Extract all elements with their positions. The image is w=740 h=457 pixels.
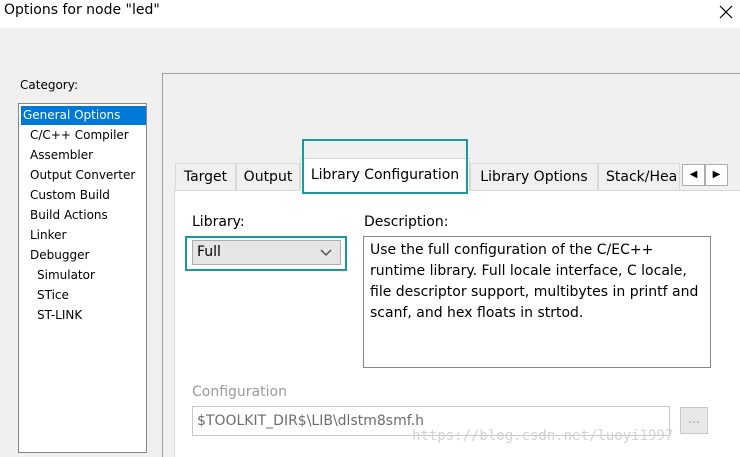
- category-item-simulator[interactable]: Simulator: [37, 266, 95, 285]
- library-highlight-box: [185, 236, 347, 271]
- category-item-stice[interactable]: STice: [37, 286, 69, 305]
- category-item-custom-build[interactable]: Custom Build: [30, 186, 110, 205]
- close-icon[interactable]: [716, 2, 736, 22]
- category-item-general-options[interactable]: General Options: [21, 106, 146, 125]
- tab-highlight-box: [302, 139, 468, 194]
- library-label: Library:: [192, 214, 245, 230]
- tab-library-options[interactable]: Library Options: [470, 163, 598, 190]
- title-bar: Options for node "led": [0, 0, 740, 28]
- tab-stack-heap[interactable]: Stack/Hea: [598, 163, 680, 190]
- watermark-text: https://blog.csdn.net/luoyi1997: [412, 428, 674, 444]
- configuration-browse-button[interactable]: ...: [680, 407, 708, 434]
- triangle-left-icon: ◀: [689, 169, 698, 180]
- tab-scroll-right-button[interactable]: ▶: [705, 164, 728, 186]
- category-item-assembler[interactable]: Assembler: [30, 146, 93, 165]
- tab-output[interactable]: Output: [236, 163, 300, 190]
- window-title: Options for node "led": [4, 2, 160, 18]
- description-label: Description:: [364, 214, 449, 230]
- category-item-linker[interactable]: Linker: [30, 226, 66, 245]
- category-label: Category:: [20, 78, 78, 92]
- category-item-st-link[interactable]: ST-LINK: [37, 306, 82, 325]
- category-item-output-converter[interactable]: Output Converter: [30, 166, 135, 185]
- category-item-c-compiler[interactable]: C/C++ Compiler: [30, 126, 129, 145]
- configuration-label: Configuration: [192, 384, 287, 400]
- category-list[interactable]: General Options C/C++ Compiler Assembler…: [18, 103, 147, 453]
- tab-target[interactable]: Target: [175, 163, 236, 190]
- tab-scroll-left-button[interactable]: ◀: [682, 164, 705, 186]
- triangle-right-icon: ▶: [712, 169, 721, 180]
- description-text: Use the full configuration of the C/EC++…: [363, 236, 711, 368]
- category-item-debugger[interactable]: Debugger: [30, 246, 89, 265]
- category-item-build-actions[interactable]: Build Actions: [30, 206, 108, 225]
